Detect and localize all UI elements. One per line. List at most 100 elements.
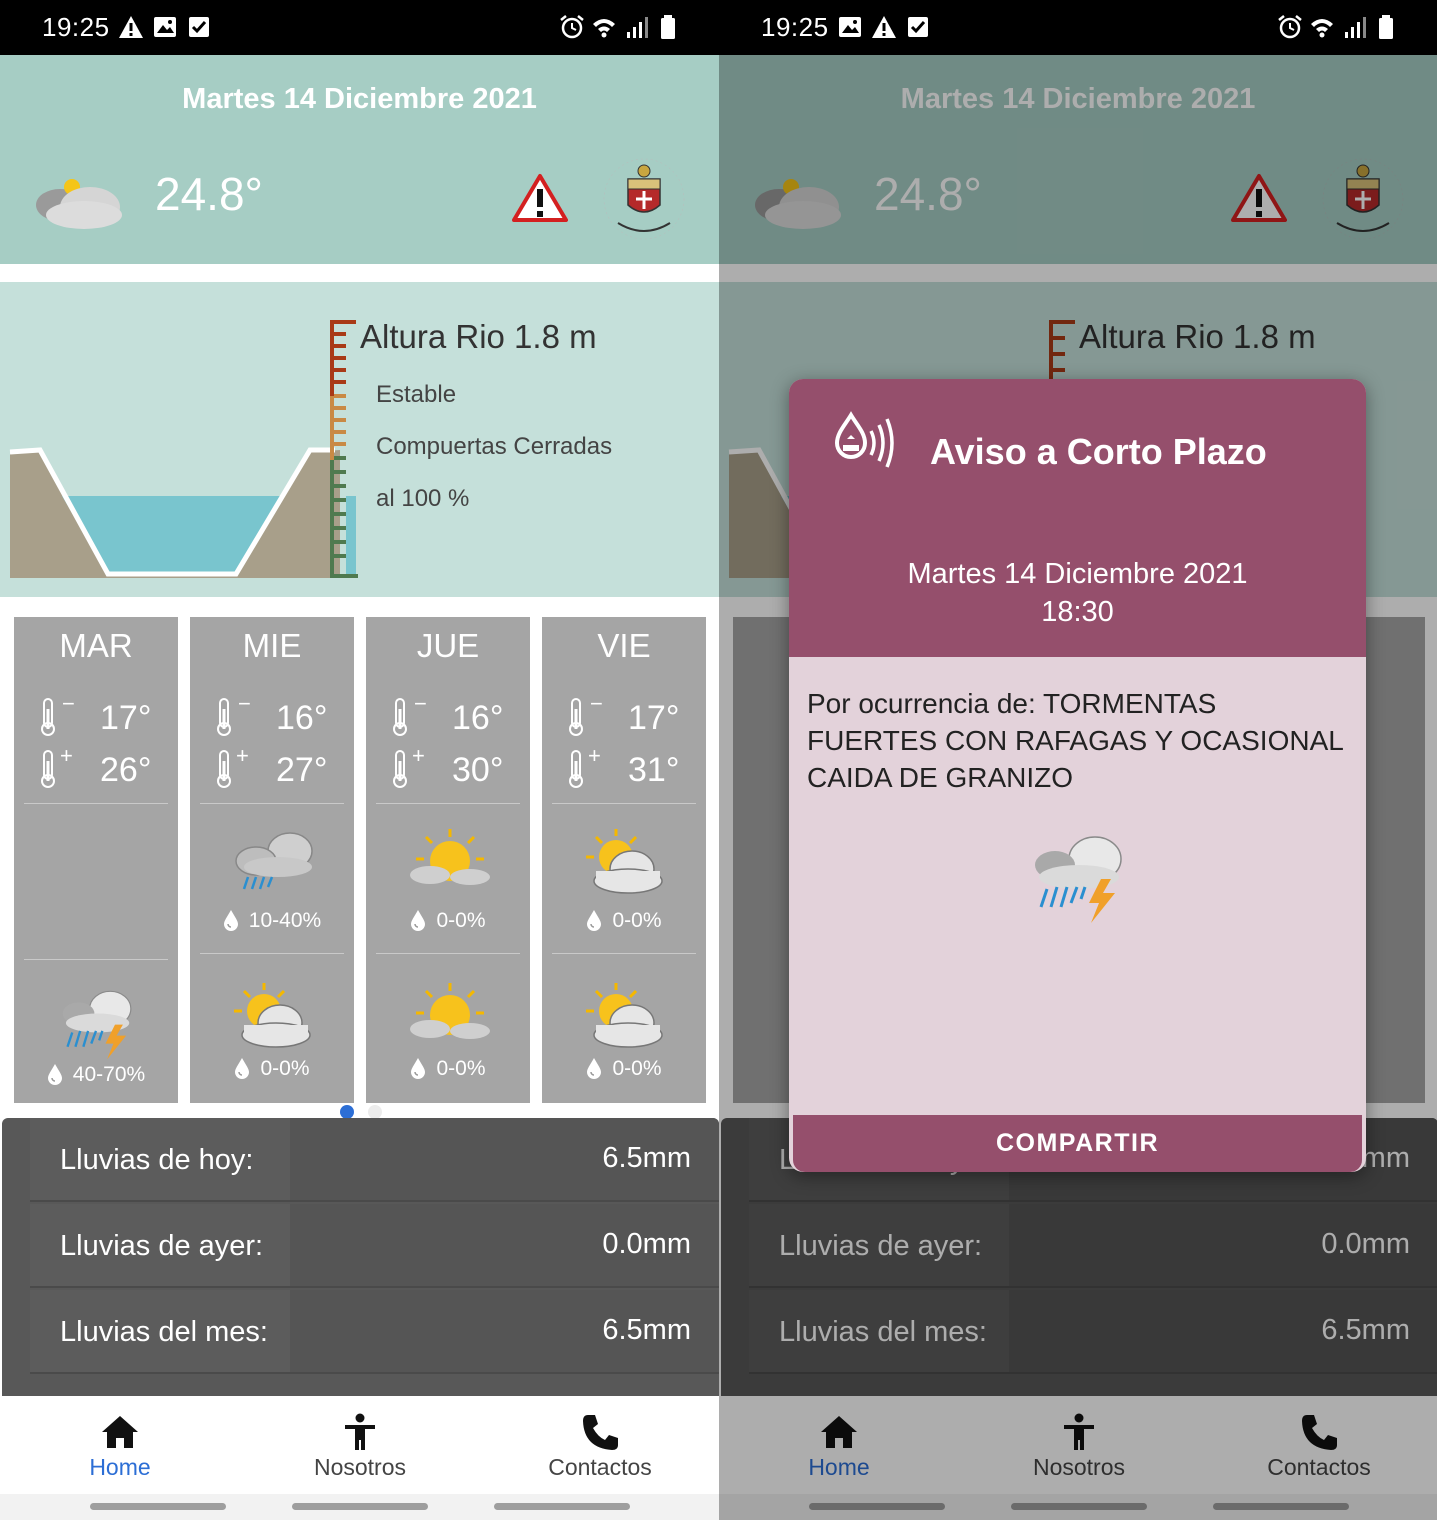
stat-value: 6.5mm [602, 1314, 691, 1346]
drop-icon [47, 1063, 63, 1085]
partly-cloudy-icon [230, 981, 318, 1051]
max-temperature: 27° [276, 751, 328, 789]
rain-stats: Lluvias de hoy: 6.5mm Lluvias de ayer: 0… [2, 1118, 719, 1396]
divider [376, 953, 520, 954]
battery-icon [1373, 14, 1399, 40]
rain-probability-pm: 0-0% [542, 1057, 706, 1081]
min-temperature: 17° [628, 699, 680, 737]
divider [24, 803, 168, 804]
stat-label: Lluvias de hoy: [60, 1144, 254, 1176]
bottom-navigation: Home Nosotros Contactos [0, 1396, 719, 1494]
rain-probability-pm: 0-0% [190, 1057, 354, 1081]
alert-dialog-screen: 19:25 Martes 14 Diciembre 2021 24.8° Alt… [719, 0, 1437, 1520]
minus-sign: − [590, 691, 603, 716]
signal-icon [623, 14, 649, 40]
day-name: MAR [59, 627, 133, 664]
phone-icon [580, 1412, 620, 1452]
divider [200, 953, 344, 954]
home-icon [100, 1412, 140, 1452]
nav-about-label: Nosotros [313, 1454, 407, 1480]
stat-value: 6.5mm [602, 1142, 691, 1174]
drop-icon [234, 1057, 250, 1079]
forecast-day-card[interactable]: MIE − 16° + 27° 10-40% 0-0% [190, 617, 354, 1103]
cloudy-icon [30, 167, 126, 231]
min-temperature: 16° [276, 699, 328, 737]
divider [552, 803, 696, 804]
sun-cloud-icon [406, 981, 494, 1051]
forecast-carousel[interactable]: MAR − 17° + 26° 40-70% MIE − 16° + 27° 1… [0, 607, 719, 1117]
alert-dialog: Aviso a Corto Plazo Martes 14 Diciembre … [789, 379, 1366, 1172]
drop-icon [410, 909, 426, 931]
dialog-header: Aviso a Corto Plazo Martes 14 Diciembre … [789, 379, 1366, 657]
nav-contacts[interactable]: Contactos [480, 1396, 719, 1494]
plus-sign: + [588, 743, 601, 768]
plus-sign: + [412, 743, 425, 768]
rain-probability-pm: 40-70% [14, 1063, 178, 1087]
current-temperature: 24.8° [155, 168, 263, 220]
drop-icon [586, 1057, 602, 1079]
river-height: Altura Rio 1.8 m [360, 318, 597, 355]
stat-row: Lluvias de ayer: 0.0mm [30, 1204, 719, 1288]
nav-about[interactable]: Nosotros [240, 1396, 480, 1494]
header-date: Martes 14 Diciembre 2021 [182, 83, 537, 115]
forecast-day-card[interactable]: VIE − 17° + 31° 0-0% 0-0% [542, 617, 706, 1103]
stat-row: Lluvias del mes: 6.5mm [30, 1290, 719, 1374]
status-bar: 19:25 [719, 0, 1437, 55]
plus-sign: + [60, 743, 73, 768]
municipality-logo [598, 153, 690, 245]
minus-sign: − [238, 691, 251, 716]
signal-icon [1341, 14, 1367, 40]
warning-icon[interactable] [512, 173, 568, 223]
rain-probability-am: 10-40% [190, 909, 354, 933]
min-temperature: 17° [100, 699, 152, 737]
max-temperature: 31° [628, 751, 680, 789]
nav-home[interactable]: Home [0, 1396, 240, 1494]
rain-probability-am: 0-0% [366, 909, 530, 933]
wifi-icon [591, 14, 617, 40]
rain-probability-am: 0-0% [542, 909, 706, 933]
river-level-card[interactable]: Altura Rio 1.8 m Estable Compuertas Cerr… [0, 282, 719, 597]
gesture-pill[interactable] [494, 1503, 630, 1510]
drop-icon [586, 909, 602, 931]
stat-label: Lluvias de ayer: [60, 1230, 264, 1262]
share-button[interactable]: COMPARTIR [793, 1115, 1362, 1172]
drop-icon [410, 1057, 426, 1079]
forecast-day-card[interactable]: JUE − 16° + 30° 0-0% 0-0% [366, 617, 530, 1103]
max-temperature: 30° [452, 751, 504, 789]
day-name: MIE [242, 627, 302, 664]
partly-cloudy-icon [582, 827, 670, 897]
stat-row: Lluvias de hoy: 6.5mm [30, 1118, 719, 1202]
rain-probability-pm: 0-0% [366, 1057, 530, 1081]
check-icon [186, 14, 212, 40]
status-time: 19:25 [42, 12, 110, 42]
dialog-message: Por ocurrencia de: TORMENTAS FUERTES CON… [807, 688, 1343, 793]
gesture-pill[interactable] [292, 1503, 428, 1510]
dialog-datetime: Martes 14 Diciembre 2021 18:30 [789, 555, 1366, 631]
alarm-icon [1277, 14, 1303, 40]
wifi-icon [1309, 14, 1335, 40]
dialog-date: Martes 14 Diciembre 2021 [907, 558, 1248, 590]
day-name: VIE [597, 627, 651, 664]
partly-cloudy-icon [582, 981, 670, 1051]
day-name: JUE [416, 627, 480, 664]
rain-cloud-icon [230, 827, 318, 897]
check-icon [905, 14, 931, 40]
page-indicator[interactable] [368, 1105, 382, 1119]
minus-sign: − [414, 691, 427, 716]
divider [552, 953, 696, 954]
river-status: Estable [376, 381, 457, 408]
gesture-pill[interactable] [90, 1503, 226, 1510]
divider [24, 959, 168, 960]
alert-icon [871, 14, 897, 40]
drop-icon [223, 909, 239, 931]
screenshot-pair: 19:25 Martes 14 Diciembre 2021 24.8° Alt… [0, 0, 1437, 1520]
stat-value: 0.0mm [602, 1228, 691, 1260]
forecast-day-card[interactable]: MAR − 17° + 26° 40-70% [14, 617, 178, 1103]
alarm-icon [559, 14, 585, 40]
image-icon [152, 14, 178, 40]
divider [376, 803, 520, 804]
page-indicator-active[interactable] [340, 1105, 354, 1119]
max-temperature: 26° [100, 751, 152, 789]
minus-sign: − [62, 691, 75, 716]
storm-icon [56, 985, 136, 1061]
